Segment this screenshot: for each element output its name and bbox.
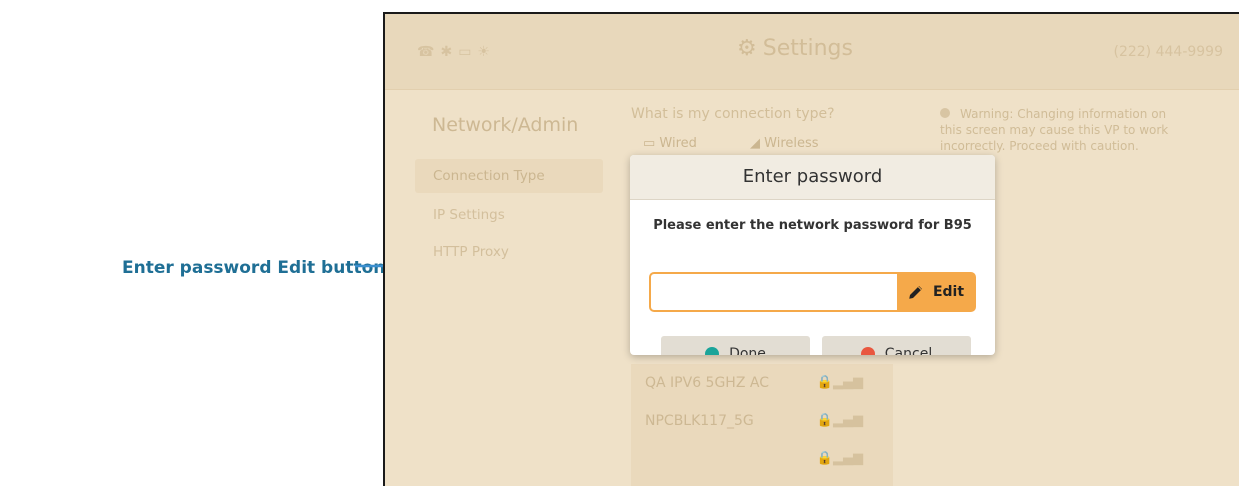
network-item[interactable]: QA IPV6 5GHZ AC 🔒▂▄▆ [631, 364, 893, 402]
phone-icon: ☎ [417, 44, 441, 60]
phone-number: (222) 444-9999 [1113, 44, 1224, 60]
lock-signal-icon: 🔒▂▄▆ [816, 375, 863, 390]
network-item[interactable]: 🔒▂▄▆ [631, 440, 893, 478]
cancel-dot-icon [860, 347, 875, 355]
done-dot-icon [705, 347, 720, 355]
top-bar: ☎✱▭☀ ⚙ Settings (222) 444-9999 [385, 14, 1239, 90]
camera-icon: ▭ [458, 44, 478, 60]
lock-signal-icon: 🔒▂▄▆ [816, 413, 863, 428]
connection-question: What is my connection type? [631, 106, 835, 122]
sidebar-item-connection-type[interactable]: Connection Type [415, 159, 603, 193]
password-dialog: Enter password Please enter the network … [630, 155, 995, 355]
done-button[interactable]: Done [661, 336, 810, 355]
sidebar-title: Network/Admin [432, 114, 579, 136]
callout-label: Enter password Edit button [122, 258, 386, 278]
gear-icon: ⚙ [737, 36, 757, 61]
device-screen: ☎✱▭☀ ⚙ Settings (222) 444-9999 Network/Ad… [383, 12, 1239, 486]
sidebar-item-ip-settings[interactable]: IP Settings [415, 198, 603, 232]
password-input[interactable] [651, 274, 897, 310]
network-list: QA IPV6 5GHZ AC 🔒▂▄▆ NPCBLK117_5G 🔒▂▄▆ 🔒▂▄… [631, 364, 893, 486]
lock-signal-icon: 🔒▂▄▆ [816, 451, 863, 466]
password-field: Edit [649, 272, 976, 312]
pencil-icon [909, 286, 922, 299]
bluetooth-icon: ✱ [440, 44, 459, 60]
edit-button[interactable]: Edit [897, 274, 974, 310]
dialog-title: Enter password [630, 155, 995, 200]
warning-icon [940, 108, 950, 118]
warning-message: Warning: Changing information on this sc… [940, 107, 1169, 153]
status-icons: ☎✱▭☀ [417, 44, 496, 60]
dialog-message: Please enter the network password for B9… [653, 218, 972, 233]
light-icon: ☀ [477, 44, 496, 60]
page-title: ⚙ Settings [737, 36, 853, 61]
sidebar-item-http-proxy[interactable]: HTTP Proxy [415, 235, 603, 269]
network-item[interactable]: NPCBLK117_5G 🔒▂▄▆ [631, 402, 893, 440]
dialog-body: Please enter the network password for B9… [630, 218, 995, 355]
cancel-button[interactable]: Cancel [822, 336, 971, 355]
